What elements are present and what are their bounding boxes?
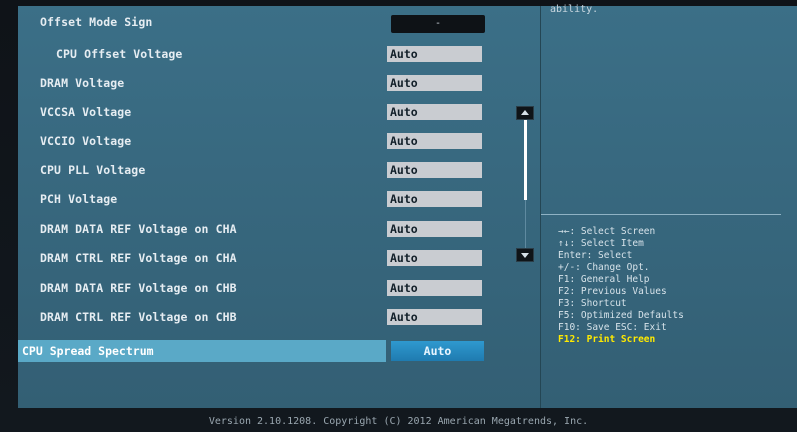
setting-value-field[interactable]: Auto — [387, 250, 482, 266]
cpu-spread-spectrum-button[interactable]: Auto — [391, 341, 484, 361]
scrollbar-thumb[interactable] — [524, 120, 527, 200]
setting-value-field[interactable]: Auto — [387, 104, 482, 120]
help-item: ↑↓: Select Item — [558, 238, 644, 249]
setting-label: DRAM Voltage — [40, 76, 125, 90]
setting-label: PCH Voltage — [40, 192, 118, 206]
setting-label: VCCSA Voltage — [40, 105, 132, 119]
setting-row-cpu-offset-voltage[interactable]: CPU Offset Voltage Auto — [18, 41, 488, 69]
help-item: →←: Select Screen — [558, 226, 656, 237]
cpu-spread-spectrum-label: CPU Spread Spectrum — [22, 344, 154, 358]
offset-mode-sign-select[interactable]: - — [391, 15, 485, 33]
scroll-up-button[interactable] — [516, 106, 534, 120]
help-key-list: →←: Select Screen ↑↓: Select Item Enter:… — [558, 226, 684, 346]
setting-row-vccsa-voltage[interactable]: VCCSA Voltage Auto — [18, 99, 488, 127]
setting-label: CPU PLL Voltage — [40, 163, 146, 177]
help-item: +/-: Change Opt. — [558, 262, 650, 273]
help-item: Enter: Select — [558, 250, 633, 261]
help-item: F2: Previous Values — [558, 286, 667, 297]
version-footer: Version 2.10.1208. Copyright (C) 2012 Am… — [208, 416, 589, 427]
setting-value-field[interactable]: Auto — [387, 75, 482, 91]
setting-value-field[interactable]: Auto — [387, 191, 482, 207]
setting-value-field[interactable]: Auto — [387, 280, 482, 296]
help-panel — [541, 6, 797, 408]
setting-value-field[interactable]: Auto — [387, 133, 482, 149]
setting-value-field[interactable]: Auto — [387, 46, 482, 62]
setting-row-vccio-voltage[interactable]: VCCIO Voltage Auto — [18, 128, 488, 156]
help-item-print-screen: F12: Print Screen — [558, 334, 656, 345]
setting-row-dram-ctrl-ref-cha[interactable]: DRAM CTRL REF Voltage on CHA Auto — [18, 245, 488, 273]
offset-mode-sign-label: Offset Mode Sign — [40, 15, 153, 29]
setting-row-pch-voltage[interactable]: PCH Voltage Auto — [18, 186, 488, 214]
setting-row-dram-data-ref-chb[interactable]: DRAM DATA REF Voltage on CHB Auto — [18, 275, 488, 303]
help-item: F3: Shortcut — [558, 298, 627, 309]
help-item: F1: General Help — [558, 274, 650, 285]
setting-value-field[interactable]: Auto — [387, 309, 482, 325]
setting-row-dram-voltage[interactable]: DRAM Voltage Auto — [18, 70, 488, 98]
setting-label: DRAM DATA REF Voltage on CHA — [40, 222, 237, 236]
scroll-down-button[interactable] — [516, 248, 534, 262]
setting-value-field[interactable]: Auto — [387, 162, 482, 178]
help-item: F10: Save ESC: Exit — [558, 322, 667, 333]
setting-row-dram-data-ref-cha[interactable]: DRAM DATA REF Voltage on CHA Auto — [18, 216, 488, 244]
setting-label: CPU Offset Voltage — [56, 47, 183, 61]
help-divider — [541, 214, 781, 215]
item-description-text: ability. — [550, 4, 599, 15]
offset-mode-sign-row[interactable]: Offset Mode Sign - — [18, 9, 488, 37]
chevron-down-icon — [521, 253, 529, 258]
setting-label: DRAM CTRL REF Voltage on CHB — [40, 310, 237, 324]
setting-label: DRAM DATA REF Voltage on CHB — [40, 281, 237, 295]
setting-label: VCCIO Voltage — [40, 134, 132, 148]
setting-row-cpu-pll-voltage[interactable]: CPU PLL Voltage Auto — [18, 157, 488, 185]
setting-value-field[interactable]: Auto — [387, 221, 482, 237]
help-item: F5: Optimized Defaults — [558, 310, 684, 321]
setting-row-dram-ctrl-ref-chb[interactable]: DRAM CTRL REF Voltage on CHB Auto — [18, 304, 488, 332]
chevron-up-icon — [521, 110, 529, 115]
setting-label: DRAM CTRL REF Voltage on CHA — [40, 251, 237, 265]
